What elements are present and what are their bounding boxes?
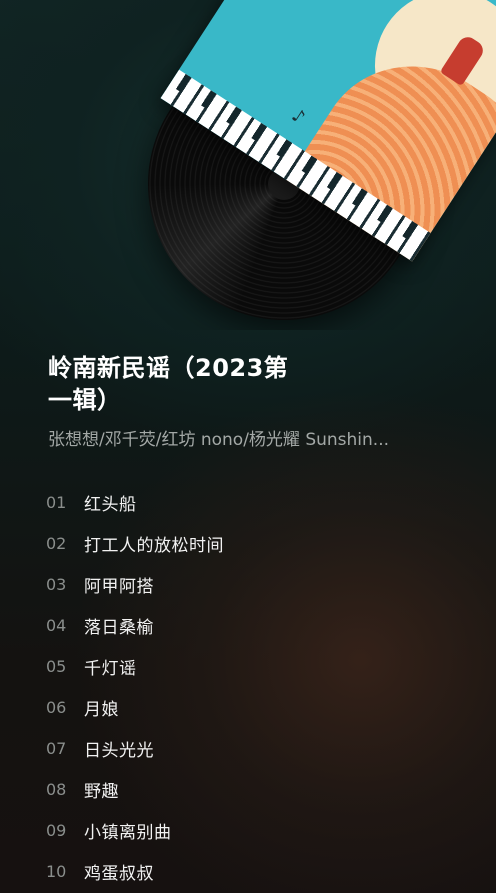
track-row[interactable]: 03 阿甲阿搭 <box>46 564 466 605</box>
track-row[interactable]: 01 红头船 <box>46 482 466 523</box>
track-number: 05 <box>46 657 67 676</box>
track-number: 07 <box>46 739 67 758</box>
track-title: 红头船 <box>84 495 137 515</box>
track-row[interactable]: 04 落日桑榆 <box>46 605 466 646</box>
track-number: 01 <box>46 493 67 512</box>
track-title: 小镇离别曲 <box>84 823 172 843</box>
track-number: 10 <box>46 862 67 881</box>
track-row[interactable]: 05 千灯谣 <box>46 646 466 687</box>
track-list: 01 红头船 02 打工人的放松时间 03 阿甲阿搭 04 落日桑榆 05 千灯… <box>46 482 466 892</box>
track-row[interactable]: 09 小镇离别曲 <box>46 810 466 851</box>
album-artwork-area[interactable]: ♪ ♫ ♪ <box>0 0 496 330</box>
track-number: 08 <box>46 780 67 799</box>
track-title: 打工人的放松时间 <box>84 536 224 556</box>
track-number: 04 <box>46 616 67 635</box>
album-artists[interactable]: 张想想/邓千荧/红坊 nono/杨光耀 Sunshin... <box>48 428 468 452</box>
track-row[interactable]: 07 日头光光 <box>46 728 466 769</box>
track-title: 阿甲阿搭 <box>84 577 154 597</box>
track-row[interactable]: 08 野趣 <box>46 769 466 810</box>
track-row[interactable]: 10 鸡蛋叔叔 <box>46 851 466 892</box>
track-title: 日头光光 <box>84 741 154 761</box>
track-row[interactable]: 02 打工人的放松时间 <box>46 523 466 564</box>
music-note-icon: ♪ <box>287 104 309 129</box>
track-title: 野趣 <box>84 782 119 802</box>
track-title: 千灯谣 <box>84 659 137 679</box>
track-number: 06 <box>46 698 67 717</box>
track-row[interactable]: 06 月娘 <box>46 687 466 728</box>
track-title: 落日桑榆 <box>84 618 154 638</box>
track-number: 09 <box>46 821 67 840</box>
track-number: 03 <box>46 575 67 594</box>
track-number: 02 <box>46 534 67 553</box>
album-title: 岭南新民谣（2023第一辑） <box>48 354 289 414</box>
track-title: 月娘 <box>84 700 119 720</box>
track-title: 鸡蛋叔叔 <box>84 864 154 884</box>
